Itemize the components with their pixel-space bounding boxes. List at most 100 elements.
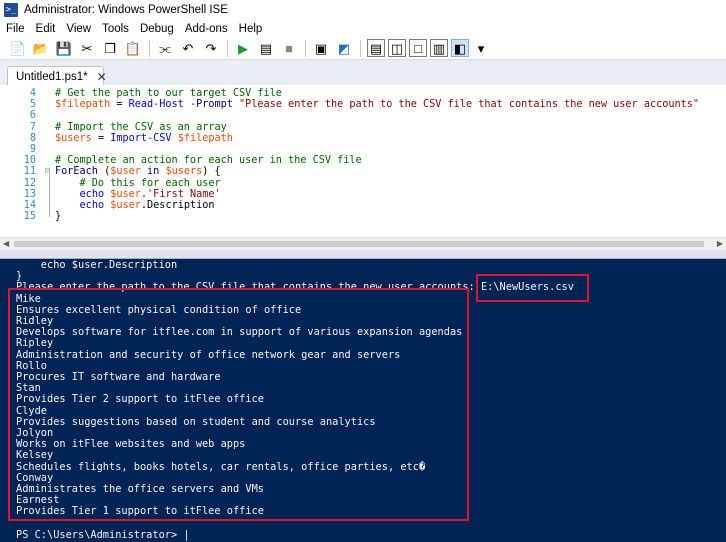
- powershell-icon: >_: [4, 3, 18, 17]
- close-icon[interactable]: ✕: [97, 70, 107, 84]
- toolbar-separator: [305, 39, 306, 57]
- code-line[interactable]: 4 # Get the path to our target CSV file: [0, 88, 726, 99]
- code-line[interactable]: 12 # Do this for each user: [0, 178, 726, 189]
- path-highlight-box: [476, 274, 589, 302]
- line-number: 4: [29, 88, 36, 99]
- menu-tools[interactable]: Tools: [102, 23, 129, 35]
- token-var: $user: [110, 188, 141, 200]
- open-icon[interactable]: 📂: [32, 39, 50, 57]
- token-plain: =: [91, 132, 111, 144]
- show-command-window-icon[interactable]: ▥: [430, 39, 448, 57]
- show-script-top-icon[interactable]: ▤: [367, 39, 385, 57]
- token-var: $users: [165, 166, 203, 178]
- code-line[interactable]: 15}: [0, 211, 726, 222]
- show-script-right-icon[interactable]: ◫: [388, 39, 406, 57]
- token-var: $users: [55, 132, 92, 144]
- token-kw: in: [140, 166, 166, 178]
- menu-bar: File Edit View Tools Debug Add-ons Help: [0, 20, 726, 37]
- tab-untitled1[interactable]: Untitled1.ps1* ✕: [7, 66, 107, 86]
- pane-splitter[interactable]: [0, 250, 726, 259]
- code-line[interactable]: 9: [0, 144, 726, 155]
- new-icon[interactable]: 📄: [9, 39, 27, 57]
- code-text: }: [55, 211, 61, 222]
- line-number: 6: [29, 110, 36, 122]
- script-editor[interactable]: 4 # Get the path to our target CSV file 5 $…: [0, 85, 726, 237]
- stop-icon[interactable]: ■: [280, 39, 298, 57]
- menu-help[interactable]: Help: [239, 23, 263, 35]
- code-line[interactable]: 5 $filepath = Read-Host -Prompt "Please e…: [0, 99, 726, 110]
- code-line[interactable]: 11 ⊟ ForEach ($user in $users) {: [0, 166, 726, 177]
- menu-debug[interactable]: Debug: [140, 23, 174, 35]
- scroll-left-icon[interactable]: ◀: [3, 239, 9, 248]
- code-line[interactable]: 14 echo $user.Description: [0, 200, 726, 211]
- code-line[interactable]: 6: [0, 110, 726, 121]
- token-comment: # Get the path to our target CSV file: [55, 88, 282, 99]
- token-cmd: echo: [79, 200, 105, 211]
- line-number: 5: [29, 99, 36, 111]
- show-script-maximized-icon[interactable]: □: [409, 39, 427, 57]
- console-prompt: PS C:\Users\Administrator> |: [16, 528, 190, 541]
- editor-horizontal-scrollbar[interactable]: ◀ ▶: [0, 237, 726, 250]
- token-cmd: Import-CSV: [110, 132, 172, 144]
- undo-icon[interactable]: ↶: [179, 39, 197, 57]
- token-plain: =: [110, 99, 129, 111]
- token-plain: ) {: [202, 166, 221, 178]
- script-tab-strip: Untitled1.ps1* ✕: [0, 59, 726, 86]
- line-number: 14: [23, 200, 36, 211]
- token-str: 'First Name': [147, 188, 221, 200]
- code-line[interactable]: 8 $users = Import-CSV $filepath: [0, 133, 726, 144]
- token-str: "Please enter the path to the CSV file t…: [239, 99, 700, 111]
- show-command-addon-icon[interactable]: ◧: [451, 39, 469, 57]
- code-text: ForEach ($user in $users) {: [55, 166, 221, 177]
- line-number: 8: [29, 132, 36, 144]
- line-number: 15: [23, 211, 36, 223]
- window-title: Administrator: Windows PowerShell ISE: [24, 4, 228, 16]
- remote-powershell-icon[interactable]: ▣: [312, 39, 330, 57]
- start-powershell-icon[interactable]: ◩: [335, 39, 353, 57]
- cut-icon[interactable]: ✂: [78, 39, 96, 57]
- token-cmd: Read-Host: [128, 99, 184, 111]
- menu-edit[interactable]: Edit: [36, 23, 56, 35]
- scroll-right-icon[interactable]: ▶: [717, 239, 723, 248]
- code-text: # Get the path to our target CSV file: [55, 88, 282, 99]
- line-number: 9: [29, 144, 36, 155]
- code-line[interactable]: 13 echo $user.'First Name': [0, 189, 726, 200]
- output-highlight-box: [8, 288, 469, 521]
- run-selection-icon[interactable]: ▤: [257, 39, 275, 57]
- toolbar-separator: [149, 39, 150, 57]
- clear-console-icon[interactable]: ⫘: [156, 39, 174, 57]
- token-var: $filepath: [55, 99, 111, 111]
- token-comment: # Import the CSV as an array: [55, 121, 227, 133]
- token-comment: # Complete an action for each user in th…: [55, 155, 362, 167]
- redo-icon[interactable]: ↷: [202, 39, 220, 57]
- code-text: $filepath = Read-Host -Prompt "Please en…: [55, 99, 699, 110]
- save-icon[interactable]: 💾: [55, 39, 73, 57]
- line-number: 10: [23, 155, 36, 167]
- code-text: echo $user.'First Name': [55, 189, 221, 200]
- copy-icon[interactable]: ❐: [101, 39, 119, 57]
- tab-label: Untitled1.ps1*: [16, 70, 88, 83]
- toolbar: 📄 📂 💾 ✂ ❐ 📋 ⫘ ↶ ↷ ▶ ▤ ■ ▣ ◩ ▤ ◫ □ ▥ ◧ ▾: [0, 37, 726, 59]
- fold-toggle-icon[interactable]: ⊟: [45, 166, 55, 177]
- token-var: $user: [110, 200, 141, 211]
- run-icon[interactable]: ▶: [234, 39, 252, 57]
- code-text: # Do this for each user: [55, 178, 221, 189]
- toolbar-overflow-icon[interactable]: ▾: [472, 39, 490, 57]
- token-plain: (: [97, 166, 111, 178]
- menu-file[interactable]: File: [6, 23, 25, 35]
- token-var: $filepath: [177, 132, 233, 144]
- token-comment: # Do this for each user: [55, 177, 221, 189]
- code-line[interactable]: 7 # Import the CSV as an array: [0, 122, 726, 133]
- menu-view[interactable]: View: [66, 23, 91, 35]
- token-cmd: echo: [79, 188, 105, 200]
- scrollbar-thumb[interactable]: [14, 241, 704, 247]
- token-param: -Prompt: [183, 99, 240, 111]
- line-number: 12: [23, 177, 36, 189]
- console-line: echo $user.Description: [16, 259, 178, 271]
- code-line[interactable]: 10 # Complete an action for each user in …: [0, 155, 726, 166]
- menu-add-ons[interactable]: Add-ons: [185, 23, 228, 35]
- line-number: 13: [23, 188, 36, 200]
- paste-icon[interactable]: 📋: [124, 39, 142, 57]
- token-plain: .Description: [140, 200, 215, 211]
